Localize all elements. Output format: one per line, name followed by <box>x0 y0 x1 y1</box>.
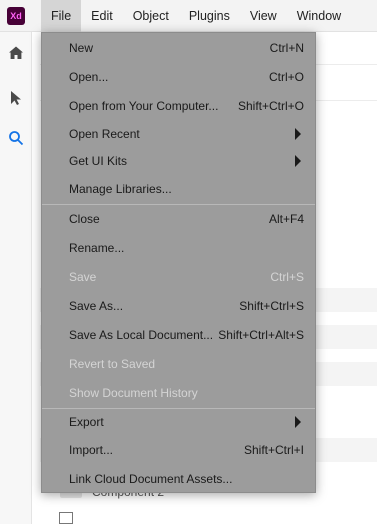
menubar: Xd File Edit Object Plugins View Window <box>0 0 377 32</box>
menu-item-label: Rename... <box>69 240 125 255</box>
menu-window[interactable]: Window <box>287 0 351 32</box>
menu-item-label: Open... <box>69 69 109 84</box>
submenu-arrow-icon <box>295 154 301 167</box>
menu-item-save-as-local[interactable]: Save As Local Document... Shift+Ctrl+Alt… <box>42 320 315 349</box>
menu-item-label: Export <box>69 414 104 429</box>
menu-item-label: Get UI Kits <box>69 153 128 168</box>
menu-item-label: New <box>69 40 94 55</box>
menu-item-shortcut: Shift+Ctrl+Alt+S <box>218 327 304 342</box>
menu-item-label: Open from Your Computer... <box>69 98 219 113</box>
menu-item-manage-libraries[interactable]: Manage Libraries... <box>42 174 315 203</box>
menu-item-shortcut: Shift+Ctrl+I <box>243 442 304 457</box>
menu-item-label: Save As Local Document... <box>69 327 214 342</box>
home-icon[interactable] <box>6 43 26 63</box>
menu-plugins[interactable]: Plugins <box>179 0 240 32</box>
file-menu-dropdown: New Ctrl+N Open... Ctrl+O Open from Your… <box>41 32 316 493</box>
search-icon[interactable] <box>6 128 26 148</box>
menu-item-close[interactable]: Close Alt+F4 <box>42 204 315 233</box>
menu-item-save: Save Ctrl+S <box>42 262 315 291</box>
menu-item-shortcut: Shift+Ctrl+S <box>239 298 304 313</box>
menu-item-open[interactable]: Open... Ctrl+O <box>42 62 315 91</box>
menu-item-shortcut: Alt+F4 <box>268 211 304 226</box>
artboard-thumbnail <box>59 512 73 524</box>
menu-view[interactable]: View <box>240 0 287 32</box>
menu-item-label: Revert to Saved <box>69 356 156 371</box>
menu-item-show-document-history: Show Document History <box>42 378 315 407</box>
menu-item-import[interactable]: Import... Shift+Ctrl+I <box>42 435 315 464</box>
menu-item-link-cloud-assets[interactable]: Link Cloud Document Assets... <box>42 464 315 493</box>
menu-edit[interactable]: Edit <box>81 0 123 32</box>
menu-item-label: Show Document History <box>69 385 198 400</box>
menu-item-shortcut: Shift+Ctrl+O <box>237 98 304 113</box>
submenu-arrow-icon <box>295 127 301 140</box>
menu-item-label: Open Recent <box>69 126 140 141</box>
menu-item-open-recent[interactable]: Open Recent <box>42 119 315 148</box>
menu-item-label: Link Cloud Document Assets... <box>69 471 233 486</box>
menu-item-label: Close <box>69 211 100 226</box>
menu-item-get-ui-kits[interactable]: Get UI Kits <box>42 146 315 175</box>
app-logo: Xd <box>7 6 25 25</box>
menu-file[interactable]: File <box>41 0 82 32</box>
menu-item-shortcut: Ctrl+N <box>269 40 304 55</box>
left-toolbar <box>0 32 32 524</box>
menu-item-export[interactable]: Export <box>42 407 315 436</box>
menu-item-label: Save <box>69 269 97 284</box>
menu-item-shortcut: Ctrl+O <box>268 69 304 84</box>
menu-item-open-from-computer[interactable]: Open from Your Computer... Shift+Ctrl+O <box>42 91 315 120</box>
submenu-arrow-icon <box>295 415 301 428</box>
menu-item-label: Import... <box>69 442 114 457</box>
menu-item-revert-to-saved: Revert to Saved <box>42 349 315 378</box>
menu-item-shortcut: Ctrl+S <box>270 269 304 284</box>
menu-object[interactable]: Object <box>123 0 179 32</box>
menu-item-label: Save As... <box>69 298 124 313</box>
menu-item-save-as[interactable]: Save As... Shift+Ctrl+S <box>42 291 315 320</box>
menu-item-new[interactable]: New Ctrl+N <box>42 33 315 62</box>
select-arrow-icon[interactable] <box>6 88 26 108</box>
menu-item-label: Manage Libraries... <box>69 181 172 196</box>
menu-item-rename[interactable]: Rename... <box>42 233 315 262</box>
